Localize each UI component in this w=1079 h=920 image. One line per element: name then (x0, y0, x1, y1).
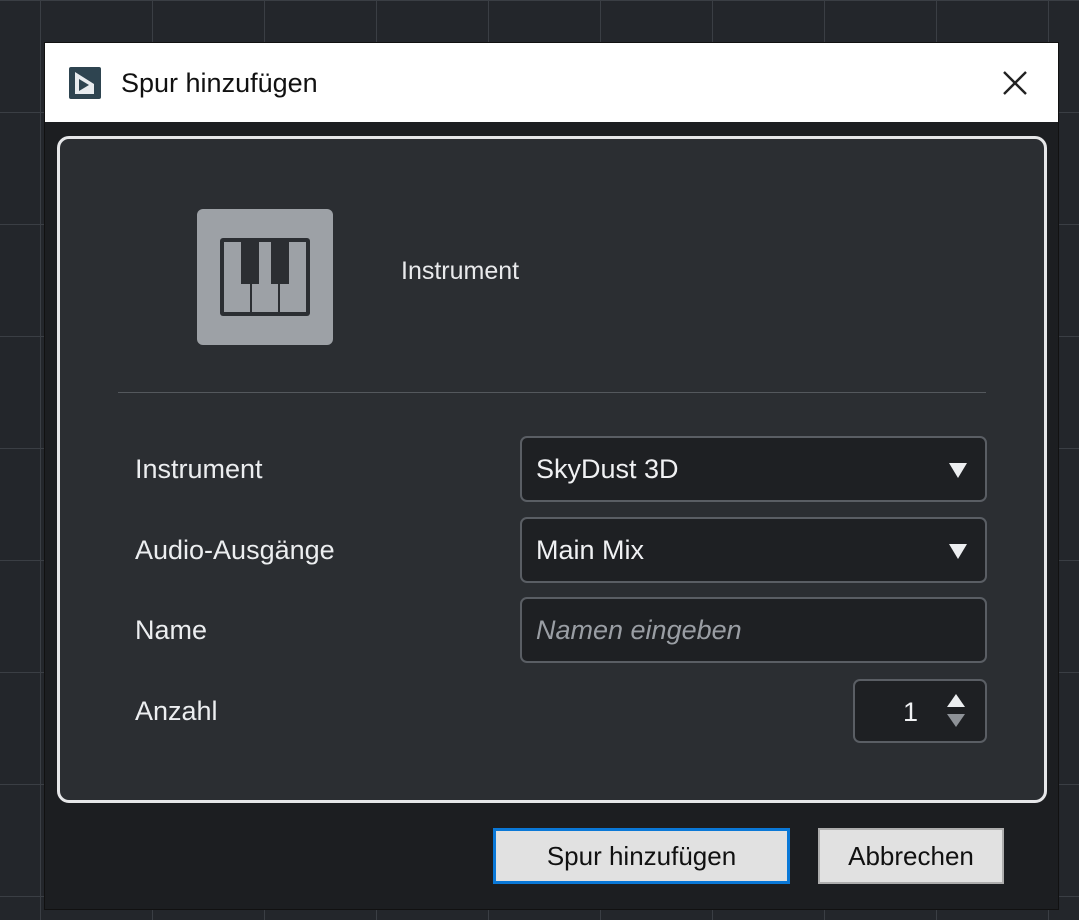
cancel-button[interactable]: Abbrechen (818, 828, 1004, 884)
divider (118, 392, 986, 393)
audio-outputs-label: Audio-Ausgänge (135, 535, 335, 565)
audio-outputs-value: Main Mix (536, 535, 645, 565)
add-track-dialog: Spur hinzufügen Instrument Instrument Sk… (45, 43, 1058, 909)
track-type-label: Instrument (401, 257, 520, 285)
piano-keys-icon[interactable] (197, 209, 333, 345)
add-track-button[interactable]: Spur hinzufügen (493, 828, 790, 884)
instrument-select[interactable]: SkyDust 3D (520, 436, 987, 502)
audio-outputs-select[interactable]: Main Mix (520, 517, 987, 583)
title-bar: Spur hinzufügen (45, 43, 1058, 122)
count-stepper[interactable]: 1 (853, 679, 987, 743)
spin-arrows-icon[interactable] (945, 692, 967, 730)
settings-panel: Instrument Instrument SkyDust 3D Audio-A… (57, 136, 1047, 803)
instrument-value: SkyDust 3D (536, 454, 679, 484)
count-value: 1 (903, 697, 919, 727)
name-field (520, 597, 987, 663)
chevron-down-icon (949, 463, 967, 478)
count-label: Anzahl (135, 696, 218, 726)
studio-one-icon (69, 67, 101, 99)
instrument-label: Instrument (135, 454, 263, 484)
name-input[interactable] (522, 599, 985, 661)
chevron-down-icon (949, 544, 967, 559)
name-label: Name (135, 615, 208, 645)
close-icon[interactable] (995, 63, 1035, 103)
window-title: Spur hinzufügen (121, 68, 318, 98)
